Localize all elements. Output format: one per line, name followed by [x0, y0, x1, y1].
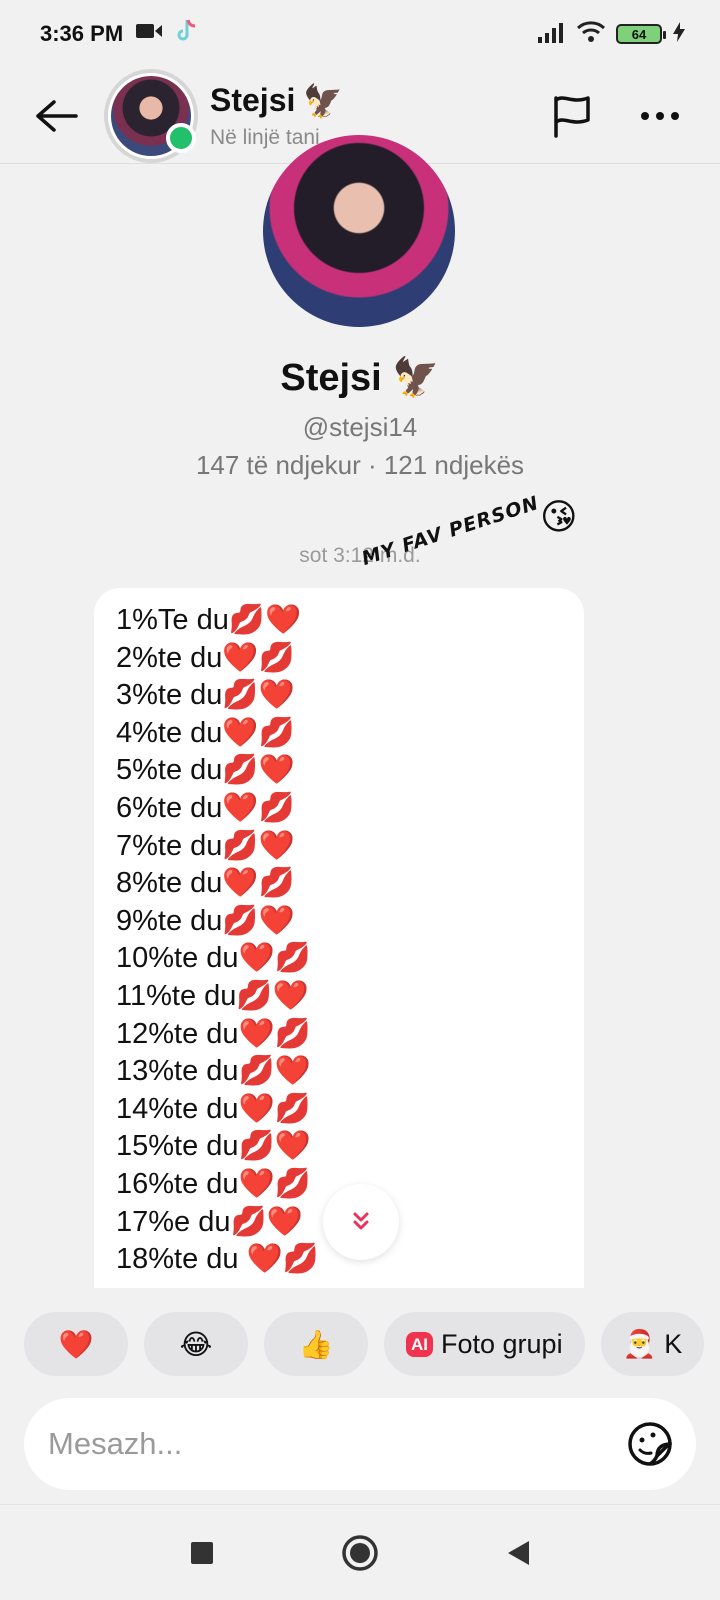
message-input[interactable] — [48, 1426, 626, 1462]
status-left: 3:36 PM — [40, 18, 197, 50]
status-bar: 3:36 PM 64 — [0, 0, 720, 68]
status-right: 64 — [536, 20, 686, 49]
message-line: 1%Te du💋❤️ — [116, 604, 302, 636]
flag-icon — [554, 95, 590, 138]
santa-hat-emoji: 🎅 — [622, 1329, 657, 1359]
signal-icon — [536, 21, 566, 48]
message-line: 10%te du❤️💋 — [116, 942, 311, 975]
message-line: 9%te du💋❤️ — [116, 904, 295, 937]
profile-avatar[interactable] — [263, 135, 455, 327]
profile-stats: 147 të ndjekur · 121 ndjekës — [195, 450, 525, 480]
quick-heart-button[interactable]: ❤️ — [24, 1312, 128, 1376]
message-line: 3%te du💋❤️ — [116, 679, 295, 712]
quick-reply-partial[interactable]: 🎅 K — [600, 1312, 705, 1376]
wifi-icon — [576, 20, 606, 49]
more-horizontal-icon — [641, 111, 679, 120]
eagle-emoji: 🦅 — [303, 82, 344, 119]
tiktok-icon — [175, 18, 197, 50]
battery-icon: 64 — [616, 24, 666, 44]
message-line: 13%te du💋❤️ — [116, 1055, 311, 1088]
recents-button[interactable] — [178, 1529, 226, 1577]
square-icon — [191, 1541, 213, 1564]
ai-group-photo-label: Foto grupi — [441, 1328, 563, 1359]
back-button[interactable] — [26, 86, 86, 146]
message-line: 15%te du💋❤️ — [116, 1130, 311, 1163]
profile-name-text: Stejsi — [280, 357, 382, 399]
kiss-emoji-sticker: 😘 — [540, 496, 578, 537]
status-time: 3:36 PM — [40, 21, 124, 46]
message-line: 5%te du💋❤️ — [116, 754, 295, 787]
quick-reply-partial-label: K — [664, 1328, 683, 1359]
header-actions — [548, 92, 684, 140]
message-composer — [24, 1398, 696, 1490]
sticker-smiley-icon — [628, 1422, 672, 1466]
message-line: 12%te du❤️💋 — [116, 1017, 311, 1050]
header-name-text: Stejsi — [210, 82, 296, 118]
circle-icon — [342, 1534, 378, 1571]
triangle-back-icon — [508, 1540, 529, 1565]
video-camera-icon — [135, 21, 163, 47]
home-button[interactable] — [336, 1529, 384, 1577]
double-chevron-down-icon — [353, 1212, 369, 1230]
message-line: 11%te du💋❤️ — [116, 979, 309, 1012]
profile-name: Stejsi 🦅 — [0, 356, 720, 400]
sticker-button[interactable] — [626, 1420, 674, 1468]
back-nav-button[interactable] — [494, 1529, 542, 1577]
quick-thumbs-up-button[interactable]: 👍 — [264, 1312, 368, 1376]
message-bubble[interactable]: 1%Te du💋❤️ 2%te du❤️💋 3%te du💋❤️ 4%te du… — [94, 588, 584, 1288]
more-options-button[interactable] — [636, 92, 684, 140]
message-line: 8%te du❤️💋 — [116, 867, 295, 900]
online-indicator — [166, 122, 196, 153]
message-line: 7%te du💋❤️ — [116, 829, 295, 862]
message-line: 4%te du❤️💋 — [116, 716, 295, 749]
header-name: Stejsi 🦅 — [210, 82, 343, 120]
message-line: 6%te du❤️💋 — [116, 791, 295, 824]
system-nav-bar — [0, 1504, 720, 1600]
charging-icon — [672, 21, 686, 48]
message-line: 2%te du❤️💋 — [116, 641, 295, 674]
arrow-left-icon — [36, 99, 78, 132]
eagle-emoji: 🦅 — [392, 357, 440, 399]
profile-handle: @stejsi14 — [302, 412, 418, 442]
header-text[interactable]: Stejsi 🦅 Në linjë tani — [210, 82, 343, 150]
header-avatar[interactable] — [104, 68, 198, 163]
quick-reply-row: ❤️ 😂 👍 AI Foto grupi 🎅 K — [0, 1312, 720, 1378]
scroll-to-bottom-button[interactable] — [323, 1184, 399, 1260]
message-line: 14%te du❤️💋 — [116, 1092, 311, 1125]
ai-group-photo-button[interactable]: AI Foto grupi — [384, 1312, 585, 1376]
ai-icon: AI — [406, 1331, 433, 1357]
report-button[interactable] — [548, 92, 596, 140]
quick-laugh-button[interactable]: 😂 — [144, 1312, 248, 1376]
